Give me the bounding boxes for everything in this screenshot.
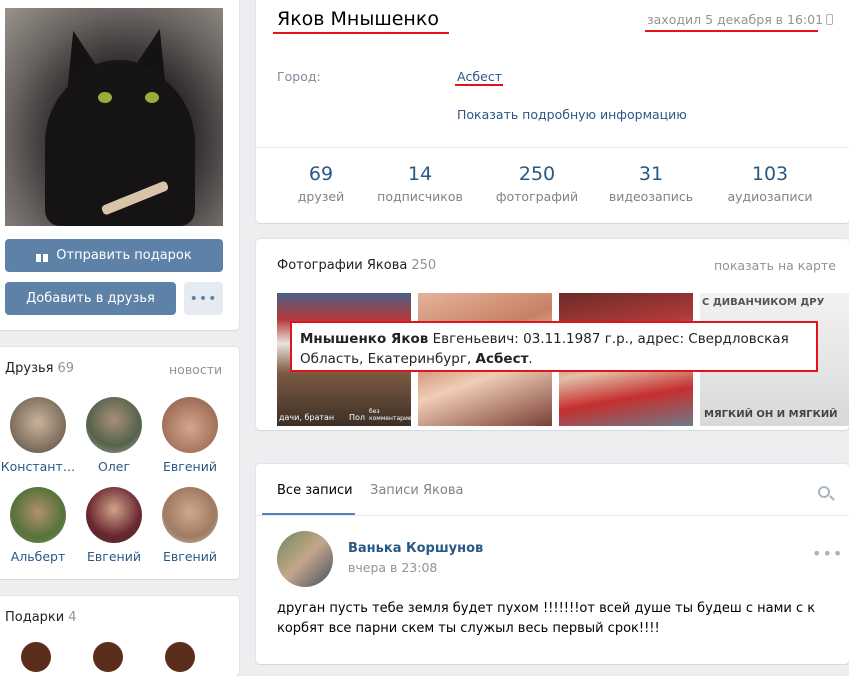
friends-title-text: Друзья	[5, 361, 54, 376]
counter-label: видеозапись	[608, 189, 694, 204]
thumb-caption: МЯГКИЙ ОН И МЯГКИЙ	[704, 409, 838, 420]
photos-count: 250	[411, 258, 437, 273]
friend-name: Евгений	[163, 459, 217, 474]
more-dots-icon: •••	[189, 290, 218, 307]
counter-photos[interactable]: 250 фотографий	[482, 163, 592, 204]
friend-avatar	[162, 397, 218, 453]
post-author[interactable]: Ванька Коршунов	[348, 541, 483, 556]
counter-label: фотографий	[495, 189, 579, 204]
friend-name: Евгений	[163, 549, 217, 564]
gift-thumbnail[interactable]	[21, 642, 51, 672]
counter-value: 14	[407, 163, 433, 185]
more-actions-button[interactable]: •••	[184, 282, 223, 315]
annotation-underline	[273, 32, 449, 34]
post-author-avatar[interactable]	[277, 531, 333, 587]
counter-label: аудиозаписи	[727, 189, 813, 204]
friend-avatar	[86, 487, 142, 543]
gift-thumbnail[interactable]	[165, 642, 195, 672]
counter-followers[interactable]: 14 подписчиков	[365, 163, 475, 204]
post-text: друган пусть тебе земля будет пухом !!!!…	[277, 601, 816, 636]
mobile-icon	[826, 14, 833, 25]
wall-block: Все записи Записи Якова Ванька Коршунов …	[256, 464, 849, 664]
thumb-caption: Пол	[349, 413, 366, 422]
counter-friends[interactable]: 69 друзей	[266, 163, 376, 204]
post-menu-icon[interactable]: •••	[812, 544, 843, 563]
counter-value: 31	[638, 163, 664, 185]
annotation-popup: Мнышенко Яков Евгеньевич: 03.11.1987 г.р…	[290, 321, 818, 372]
counter-value: 250	[518, 163, 556, 185]
friend-item[interactable]: Альберт	[0, 487, 78, 564]
send-gift-button[interactable]: Отправить подарок	[5, 239, 223, 272]
friends-count: 69	[57, 361, 75, 376]
city-link[interactable]: Асбест	[457, 69, 502, 84]
counter-value: 103	[751, 163, 789, 185]
popup-bold-name: Мнышенко Яков	[300, 331, 429, 347]
friend-item[interactable]: Констант…	[0, 397, 78, 474]
friend-item[interactable]: Евгений	[150, 397, 230, 474]
counter-audios[interactable]: 103 аудиозаписи	[715, 163, 825, 204]
friend-item[interactable]: Евгений	[74, 487, 154, 564]
gift-icon	[36, 249, 49, 262]
show-on-map-link[interactable]: показать на карте	[714, 258, 836, 273]
counter-value: 69	[308, 163, 334, 185]
profile-photo-card: Отправить подарок Добавить в друзья •••	[0, 0, 239, 330]
counter-label: подписчиков	[377, 189, 463, 204]
search-icon[interactable]	[818, 486, 830, 498]
thumb-caption: дачи, братан	[279, 413, 335, 422]
gift-thumbnail[interactable]	[93, 642, 123, 672]
annotation-underline	[645, 30, 818, 32]
add-friend-button[interactable]: Добавить в друзья	[5, 282, 176, 315]
show-details-link[interactable]: Показать подробную информацию	[457, 107, 687, 122]
profile-info-card: Яков Мнышенко заходил 5 декабря в 16:01 …	[256, 0, 849, 223]
divider	[256, 515, 849, 516]
gifts-count: 4	[68, 610, 77, 625]
friends-title[interactable]: Друзья 69	[5, 361, 74, 376]
friend-item[interactable]: Олег	[74, 397, 154, 474]
photos-block: Фотографии Якова 250 показать на карте да…	[256, 239, 849, 430]
annotation-underline	[455, 84, 503, 86]
photos-title[interactable]: Фотографии Якова 250	[277, 258, 436, 273]
divider	[256, 147, 849, 148]
friend-name: Евгений	[87, 549, 141, 564]
last-seen-status: заходил 5 декабря в 16:01	[647, 12, 824, 27]
add-friend-label: Добавить в друзья	[26, 291, 155, 306]
send-gift-label: Отправить подарок	[56, 248, 192, 263]
friend-avatar	[162, 487, 218, 543]
photos-title-text: Фотографии Якова	[277, 258, 408, 273]
friends-block: Друзья 69 новости Констант… Олег Евгений …	[0, 347, 239, 579]
city-label: Город:	[277, 69, 321, 84]
friend-avatar	[10, 487, 66, 543]
friends-news-link[interactable]: новости	[169, 362, 222, 377]
counter-videos[interactable]: 31 видеозапись	[596, 163, 706, 204]
popup-bold-city: Асбест	[475, 351, 529, 367]
post-time[interactable]: вчера в 23:08	[348, 560, 437, 575]
popup-text-end: .	[528, 351, 533, 367]
tab-all-posts[interactable]: Все записи	[277, 483, 353, 498]
profile-avatar[interactable]	[5, 8, 223, 226]
friend-name: Констант…	[0, 459, 76, 474]
gifts-title[interactable]: Подарки 4	[5, 610, 77, 625]
page-title: Яков Мнышенко	[277, 8, 439, 30]
friend-item[interactable]: Евгений	[150, 487, 230, 564]
friend-name: Альберт	[10, 549, 66, 564]
gifts-title-text: Подарки	[5, 610, 65, 625]
thumb-caption: С ДИВАНЧИКОМ ДРУ	[702, 297, 825, 308]
gifts-block: Подарки 4	[0, 596, 239, 676]
thumb-caption: без комментариев	[369, 408, 416, 422]
friend-avatar	[86, 397, 142, 453]
counter-label: друзей	[297, 189, 345, 204]
friend-name: Олег	[97, 459, 131, 474]
friend-avatar	[10, 397, 66, 453]
tab-own-posts[interactable]: Записи Якова	[370, 483, 463, 498]
